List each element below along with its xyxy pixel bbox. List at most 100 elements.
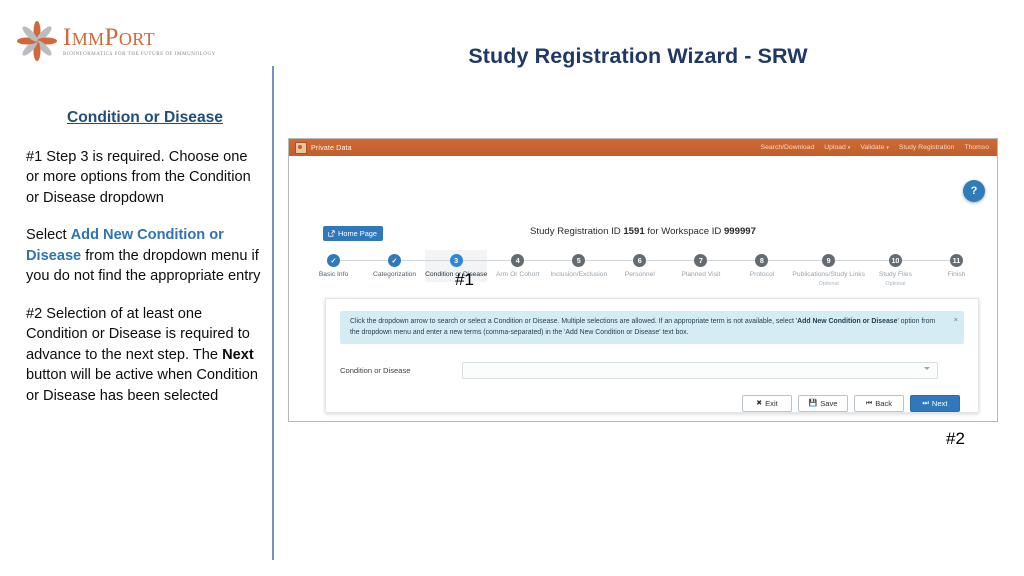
chevron-down-icon [924,367,930,371]
wizard-action-buttons: ✖ Exit 💾 Save ⏮ Back ⏭ Next [340,395,964,413]
chevron-down-icon: ▾ [847,145,851,151]
wizard-step-label: Planned Visit [681,271,721,278]
wizard-step-label: Inclusion/Exclusion [550,271,608,278]
nav-item-study-registration[interactable]: Study Registration [899,144,955,151]
info-banner-bold-term: Add New Condition or Disease [797,318,898,325]
next-icon: ⏭ [922,400,929,408]
wizard-step-label: Publications/Study Links Optional [792,271,865,287]
notes-heading: Condition or Disease [67,109,223,126]
wizard-step-label: Finish [947,271,966,278]
step-number-badge: 5 [572,254,586,267]
note-3-tail: button will be active when Condition or … [26,367,259,404]
wizard-step-11[interactable]: 11 Finish [925,250,987,282]
logo-text-group: ImmPort Bioinformatics for the Future of… [63,25,216,57]
wizard-content-card: Click the dropdown arrow to search or se… [325,298,979,413]
nav-item-thomso[interactable]: Thomso [964,144,989,151]
step-number-badge: 11 [949,254,963,267]
step-complete-icon: ✓ [327,254,341,267]
note-3-lead: #2 Selection of at least one Condition o… [26,305,250,363]
wizard-step-label: Personnel [624,271,655,278]
wizard-step-10[interactable]: 10 Study Files Optional [864,250,926,292]
logo-wordmark: ImmPort [63,23,155,51]
condition-or-disease-select[interactable] [462,362,938,380]
workspace-id-value: 999997 [723,226,756,237]
next-button-label: Next [931,399,948,409]
help-icon[interactable]: ? [963,180,985,202]
note-paragraph-3: #2 Selection of at least one Condition o… [26,304,264,407]
nav-item-upload[interactable]: Upload ▾ [824,144,850,151]
app-top-navbar: Private Data Search/Download Upload ▾ Valid… [289,139,997,156]
vertical-divider [272,66,274,560]
app-brand[interactable]: Private Data [295,141,352,154]
reg-middle: for Workspace ID [644,226,724,237]
info-banner: Click the dropdown arrow to search or se… [340,311,964,345]
nav-item-label: Study Registration [898,144,955,151]
step-number-badge: 6 [633,254,647,267]
nav-item-label: Search/Download [760,144,815,151]
condition-or-disease-form-row: Condition or Disease [340,362,964,380]
reg-prefix: Study Registration ID [530,226,624,237]
nav-item-search-download[interactable]: Search/Download [761,144,815,151]
note-1-text: #1 Step 3 is required. Choose one or mor… [26,148,251,206]
chevron-down-icon: ▾ [886,145,889,151]
step-number-badge: 4 [511,254,525,267]
wizard-step-2[interactable]: ✓ Categorization [364,250,426,282]
page-title: Study Registration Wizard - SRW [468,44,808,68]
registration-id-line: Study Registration ID 1591 for Workspace… [289,226,997,237]
note-2-lead: Select [26,227,71,243]
close-icon[interactable]: × [954,316,958,324]
exit-icon: ✖ [756,400,763,408]
wizard-step-8[interactable]: 8 Protocol [731,250,793,282]
wizard-step-optional-tag: Optional [885,281,906,287]
callout-marker-2: #2 [946,429,965,448]
nav-item-label: Upload [824,144,846,151]
back-button-label: Back [875,399,893,409]
nav-item-validate[interactable]: Validate ▾ [860,144,889,151]
back-button[interactable]: ⏮ Back [854,395,904,413]
step-complete-icon: ✓ [388,254,402,267]
wizard-step-label: Arm Or Cohort [495,271,540,278]
note-paragraph-1: #1 Step 3 is required. Choose one or mor… [26,147,264,209]
wizard-step-label: Basic Info [318,271,349,278]
wizard-step-label: Categorization [373,271,417,278]
save-icon: 💾 [808,400,818,408]
exit-button[interactable]: ✖ Exit [742,395,792,413]
wizard-step-6[interactable]: 6 Personnel [609,250,671,282]
wizard-stepper: ✓ Basic Info ✓ Categorization 3 Condition or … [303,250,987,292]
embedded-app-screenshot: Private Data Search/Download Upload ▾ Valid… [288,138,998,422]
step-number-badge: 8 [755,254,769,267]
app-nav-items: Search/Download Upload ▾ Validate ▾ Study Reg… [761,144,991,151]
wizard-step-optional-tag: Optional [818,281,839,287]
notes-panel: Condition or Disease #1 Step 3 is requir… [26,108,264,406]
immport-flower-icon [295,141,307,154]
step-number-badge: 10 [888,254,902,267]
condition-or-disease-label: Condition or Disease [340,366,411,376]
wizard-step-9[interactable]: 9 Publications/Study Links Optional [792,250,865,292]
wizard-step-7[interactable]: 7 Planned Visit [670,250,732,282]
save-button[interactable]: 💾 Save [798,395,848,413]
logo-tagline: Bioinformatics for the Future of Immunol… [63,50,216,57]
immport-logo: ImmPort Bioinformatics for the Future of… [16,18,215,64]
exit-button-label: Exit [765,399,778,409]
immport-flower-icon [16,20,58,62]
nav-item-label: Thomso [964,144,989,151]
info-banner-text-1: Click the dropdown arrow to search or se… [350,318,798,325]
note-3-bold-term: Next [222,346,254,363]
wizard-step-4[interactable]: 4 Arm Or Cohort [487,250,549,282]
save-button-label: Save [820,399,838,409]
wizard-step-label: Protocol [749,271,775,278]
back-icon: ⏮ [865,400,873,408]
wizard-step-1[interactable]: ✓ Basic Info [303,250,365,282]
nav-item-label: Validate [860,144,885,151]
app-body: ? Home Page Study Registration ID 1591 f… [289,156,997,421]
wizard-step-label: Study Files Optional [865,270,926,289]
wizard-step-5[interactable]: 5 Inclusion/Exclusion [548,250,610,282]
registration-id-value: 1591 [623,226,645,237]
step-number-badge: 7 [694,254,708,267]
app-brand-label: Private Data [311,143,352,152]
note-paragraph-2: Select Add New Condition or Disease from… [26,225,264,287]
next-button[interactable]: ⏭ Next [910,395,960,413]
step-number-badge: 3 [449,254,463,267]
step-number-badge: 9 [822,254,836,267]
callout-marker-1: #1 [455,270,474,289]
